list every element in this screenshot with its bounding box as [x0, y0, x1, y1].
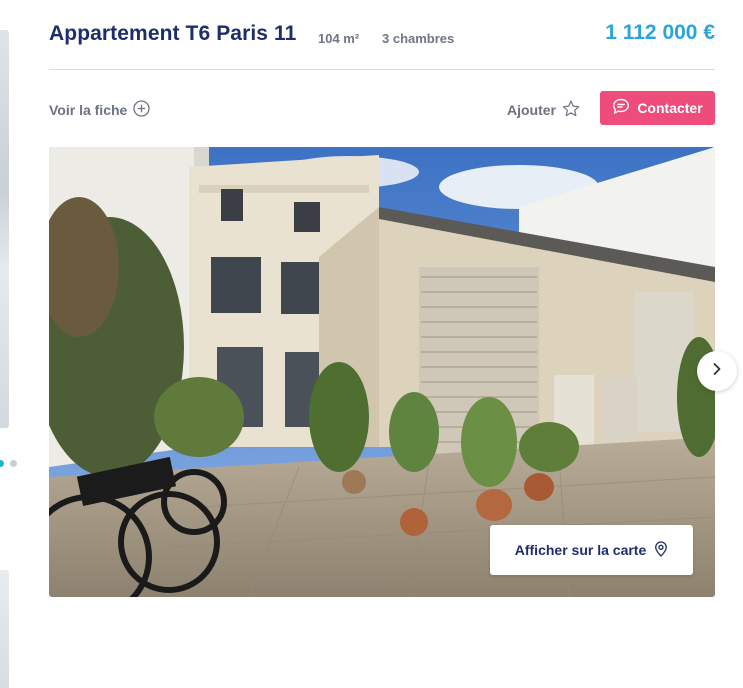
add-favorite-button[interactable]: Ajouter — [507, 100, 580, 120]
divider — [49, 69, 715, 70]
map-pin-icon — [654, 540, 668, 560]
show-on-map-label: Afficher sur la carte — [514, 542, 647, 558]
carousel-dot-active[interactable] — [0, 460, 4, 467]
star-icon — [562, 100, 580, 120]
contact-button-label: Contacter — [637, 100, 703, 116]
view-sheet-label: Voir la fiche — [49, 102, 128, 118]
carousel-dots — [0, 460, 17, 467]
next-listing-preview[interactable] — [0, 570, 9, 688]
listing-rooms: 3 chambres — [382, 31, 455, 46]
listing-actions: Voir la fiche Ajouter Contacter — [49, 91, 715, 125]
listing-header: Appartement T6 Paris 11 104 m² 3 chambre… — [49, 20, 715, 52]
listing-price: 1 112 000 € — [605, 21, 715, 44]
chat-bubble-icon — [612, 98, 630, 118]
previous-listing-preview[interactable] — [0, 30, 9, 428]
carousel-dot[interactable] — [10, 460, 17, 467]
add-favorite-label: Ajouter — [507, 102, 556, 118]
plus-circle-icon — [133, 100, 150, 120]
chevron-right-icon — [712, 362, 722, 381]
listing-title[interactable]: Appartement T6 Paris 11 — [49, 22, 296, 46]
contact-button[interactable]: Contacter — [600, 91, 715, 125]
view-sheet-link[interactable]: Voir la fiche — [49, 100, 150, 120]
next-photo-button[interactable] — [697, 351, 737, 391]
show-on-map-button[interactable]: Afficher sur la carte — [490, 525, 693, 575]
listing-area: 104 m² — [318, 31, 360, 46]
